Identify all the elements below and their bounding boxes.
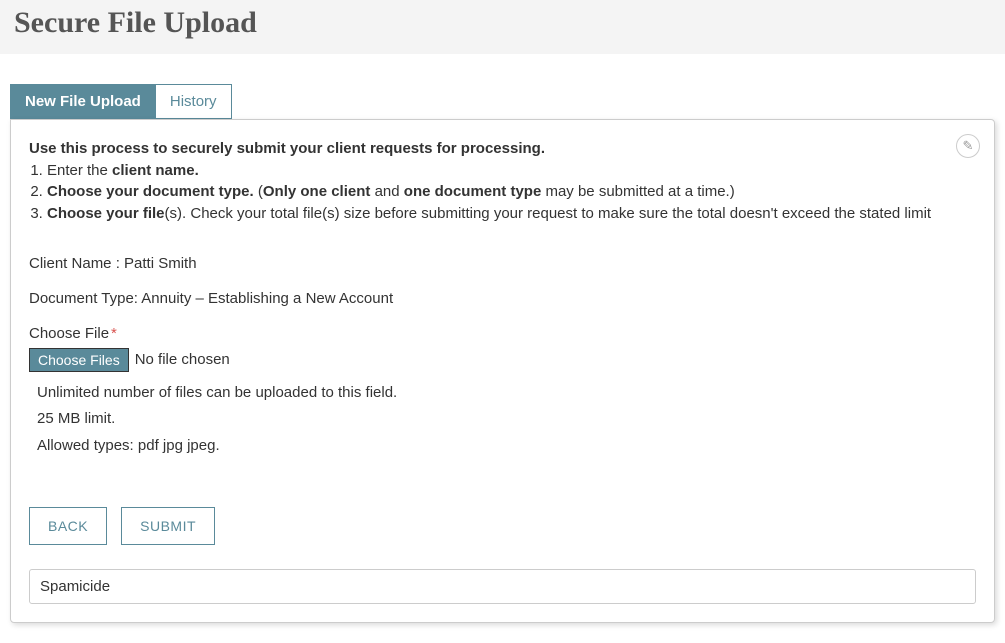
spamicide-box[interactable]: Spamicide xyxy=(29,569,976,604)
document-type-label: Document Type: xyxy=(29,290,141,307)
client-name-value: Patti Smith xyxy=(124,255,197,272)
hint-unlimited: Unlimited number of files can be uploade… xyxy=(37,382,976,405)
action-buttons: BACK SUBMIT xyxy=(29,507,976,545)
page-header: Secure File Upload xyxy=(0,0,1005,54)
instruction-step-1-bold: client name. xyxy=(112,162,199,179)
pencil-icon: ✎ xyxy=(963,138,974,154)
file-chooser-row: Choose Files No file chosen xyxy=(29,348,976,372)
instruction-step-2-paren: ( xyxy=(254,183,263,200)
client-name-label: Client Name : xyxy=(29,255,124,272)
tab-new-file-upload[interactable]: New File Upload xyxy=(10,84,156,119)
instruction-step-2-mid: and xyxy=(370,183,403,200)
file-chosen-status: No file chosen xyxy=(135,351,230,368)
tabs-bar: New File Upload History xyxy=(10,84,1005,119)
instruction-step-3-tail: (s). Check your total file(s) size befor… xyxy=(165,205,932,222)
hint-types: Allowed types: pdf jpg jpeg. xyxy=(37,435,976,458)
upload-panel: ✎ Use this process to securely submit yo… xyxy=(10,119,995,623)
choose-file-label-row: Choose File* xyxy=(29,325,976,342)
file-hints: Unlimited number of files can be uploade… xyxy=(37,382,976,458)
instruction-step-2-tail: may be submitted at a time.) xyxy=(541,183,734,200)
required-indicator: * xyxy=(111,325,117,342)
page-title: Secure File Upload xyxy=(14,6,991,40)
choose-files-button[interactable]: Choose Files xyxy=(29,348,129,372)
choose-file-label: Choose File xyxy=(29,325,109,342)
instructions-list: Enter the client name. Choose your docum… xyxy=(29,161,976,224)
back-button[interactable]: BACK xyxy=(29,507,107,545)
instruction-step-3: Choose your file(s). Check your total fi… xyxy=(47,204,976,224)
instruction-step-2-bold3: one document type xyxy=(404,183,542,200)
spamicide-label: Spamicide xyxy=(40,578,110,595)
document-type-value: Annuity – Establishing a New Account xyxy=(141,290,393,307)
instruction-step-1: Enter the client name. xyxy=(47,161,976,181)
client-name-row: Client Name : Patti Smith xyxy=(29,255,976,272)
instructions-block: Use this process to securely submit your… xyxy=(29,138,976,224)
document-type-row: Document Type: Annuity – Establishing a … xyxy=(29,290,976,307)
instruction-step-2-bold1: Choose your document type. xyxy=(47,183,254,200)
edit-icon[interactable]: ✎ xyxy=(956,134,980,158)
submit-button[interactable]: SUBMIT xyxy=(121,507,215,545)
instruction-step-2-bold2: Only one client xyxy=(263,183,371,200)
instruction-step-2: Choose your document type. (Only one cli… xyxy=(47,182,976,202)
hint-limit: 25 MB limit. xyxy=(37,408,976,431)
instruction-step-1-prefix: Enter the xyxy=(47,162,112,179)
tab-history[interactable]: History xyxy=(156,84,232,119)
instructions-intro: Use this process to securely submit your… xyxy=(29,140,545,157)
instruction-step-3-bold: Choose your file xyxy=(47,205,165,222)
